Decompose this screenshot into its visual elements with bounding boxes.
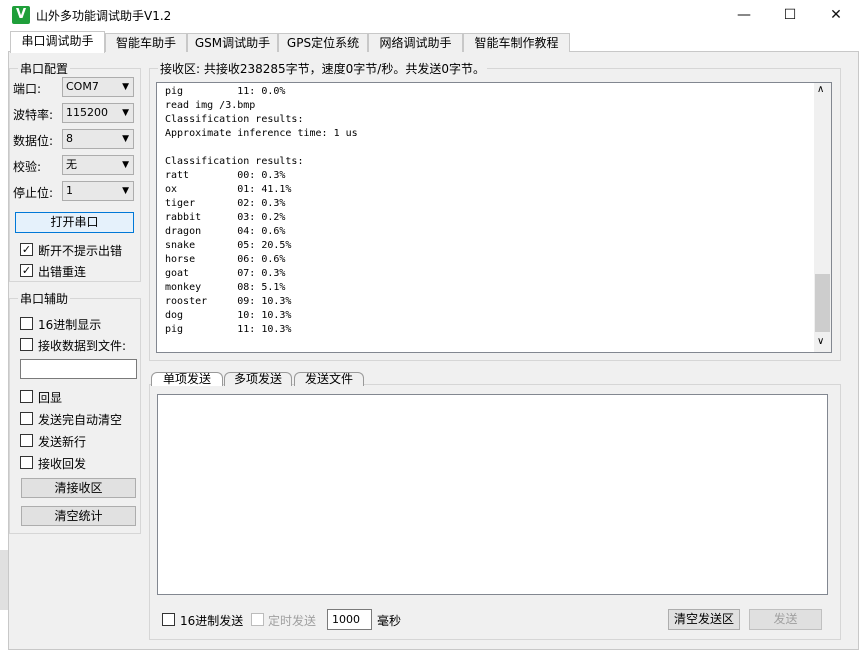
chevron-down-icon: ▼ — [122, 134, 129, 144]
stopbits-value: 1 — [66, 184, 73, 197]
parity-value: 无 — [66, 158, 77, 171]
reconnect-label: 出错重连 — [38, 265, 87, 279]
timed-send-label: 定时发送 — [268, 614, 317, 628]
hex-display-checkbox[interactable] — [20, 317, 33, 330]
window-title: 山外多功能调试助手V1.2 — [36, 9, 172, 23]
parity-select[interactable]: 无 ▼ — [62, 155, 134, 175]
interval-input[interactable]: 1000 — [327, 609, 372, 630]
tab-gps[interactable]: GPS定位系统 — [278, 33, 368, 52]
tab-multi-send[interactable]: 多项发送 — [224, 372, 292, 386]
clear-stats-button[interactable]: 清空统计 — [21, 506, 136, 526]
tab-single-send[interactable]: 单项发送 — [151, 372, 223, 386]
reconnect-checkbox[interactable]: ✓ — [20, 264, 33, 277]
tab-smart-car[interactable]: 智能车助手 — [105, 33, 187, 52]
receive-text: pig 11: 0.0% read img /3.bmp Classificat… — [165, 86, 358, 335]
timed-send-checkbox[interactable] — [251, 613, 264, 626]
left-edge — [0, 550, 8, 610]
serial-config-title: 串口配置 — [18, 60, 71, 77]
chevron-down-icon: ▼ — [122, 186, 129, 196]
scroll-up-icon[interactable]: ∧ — [817, 84, 824, 95]
chevron-down-icon: ▼ — [122, 160, 129, 170]
minimize-button[interactable]: — — [721, 0, 767, 31]
send-textarea[interactable] — [157, 394, 828, 595]
parity-label: 校验: — [13, 160, 42, 174]
close-button[interactable]: ✕ — [813, 0, 859, 31]
rx-reply-checkbox[interactable] — [20, 456, 33, 469]
open-port-button[interactable]: 打开串口 — [15, 212, 134, 233]
echo-checkbox[interactable] — [20, 390, 33, 403]
tab-gsm[interactable]: GSM调试助手 — [187, 33, 278, 52]
chevron-down-icon: ▼ — [122, 108, 129, 118]
baud-value: 115200 — [66, 106, 108, 119]
receive-textarea[interactable]: pig 11: 0.0% read img /3.bmp Classificat… — [156, 82, 832, 353]
maximize-button[interactable]: ☐ — [767, 0, 813, 31]
clear-send-button[interactable]: 清空发送区 — [668, 609, 740, 630]
send-newline-checkbox[interactable] — [20, 434, 33, 447]
rx-reply-label: 接收回发 — [38, 457, 87, 471]
scroll-thumb[interactable] — [815, 274, 830, 332]
stopbits-select[interactable]: 1 ▼ — [62, 181, 134, 201]
port-select[interactable]: COM7 ▼ — [62, 77, 134, 97]
chevron-down-icon: ▼ — [122, 82, 129, 92]
stopbits-label: 停止位: — [13, 186, 54, 200]
scroll-down-icon[interactable]: ∨ — [817, 336, 824, 347]
databits-value: 8 — [66, 132, 73, 145]
send-button[interactable]: 发送 — [749, 609, 822, 630]
hex-send-checkbox[interactable] — [162, 613, 175, 626]
tab-tutorial[interactable]: 智能车制作教程 — [463, 33, 570, 52]
tab-send-file[interactable]: 发送文件 — [294, 372, 364, 386]
clear-receive-button[interactable]: 清接收区 — [21, 478, 136, 498]
port-label: 端口: — [13, 82, 42, 96]
databits-select[interactable]: 8 ▼ — [62, 129, 134, 149]
auto-clear-checkbox[interactable] — [20, 412, 33, 425]
serial-aux-title: 串口辅助 — [18, 290, 71, 307]
save-to-file-label: 接收数据到文件: — [38, 339, 127, 353]
file-path-input[interactable] — [20, 359, 137, 379]
baud-label: 波特率: — [13, 108, 54, 122]
hex-send-label: 16进制发送 — [180, 614, 244, 628]
tab-serial[interactable]: 串口调试助手 — [10, 31, 105, 53]
receive-status: 接收区: 共接收238285字节，速度0字节/秒。共发送0字节。 — [158, 60, 487, 77]
hex-display-label: 16进制显示 — [38, 318, 102, 332]
app-logo-icon: V — [12, 6, 30, 24]
receive-scrollbar[interactable]: ∧ ∨ — [814, 83, 831, 352]
port-value: COM7 — [66, 80, 99, 93]
no-error-prompt-checkbox[interactable]: ✓ — [20, 243, 33, 256]
tab-network[interactable]: 网络调试助手 — [368, 33, 463, 52]
baud-select[interactable]: 115200 ▼ — [62, 103, 134, 123]
no-error-prompt-label: 断开不提示出错 — [38, 244, 123, 258]
send-newline-label: 发送新行 — [38, 435, 87, 449]
save-to-file-checkbox[interactable] — [20, 338, 33, 351]
echo-label: 回显 — [38, 391, 63, 405]
auto-clear-label: 发送完自动清空 — [38, 413, 123, 427]
interval-unit-label: 毫秒 — [377, 614, 402, 628]
databits-label: 数据位: — [13, 134, 54, 148]
